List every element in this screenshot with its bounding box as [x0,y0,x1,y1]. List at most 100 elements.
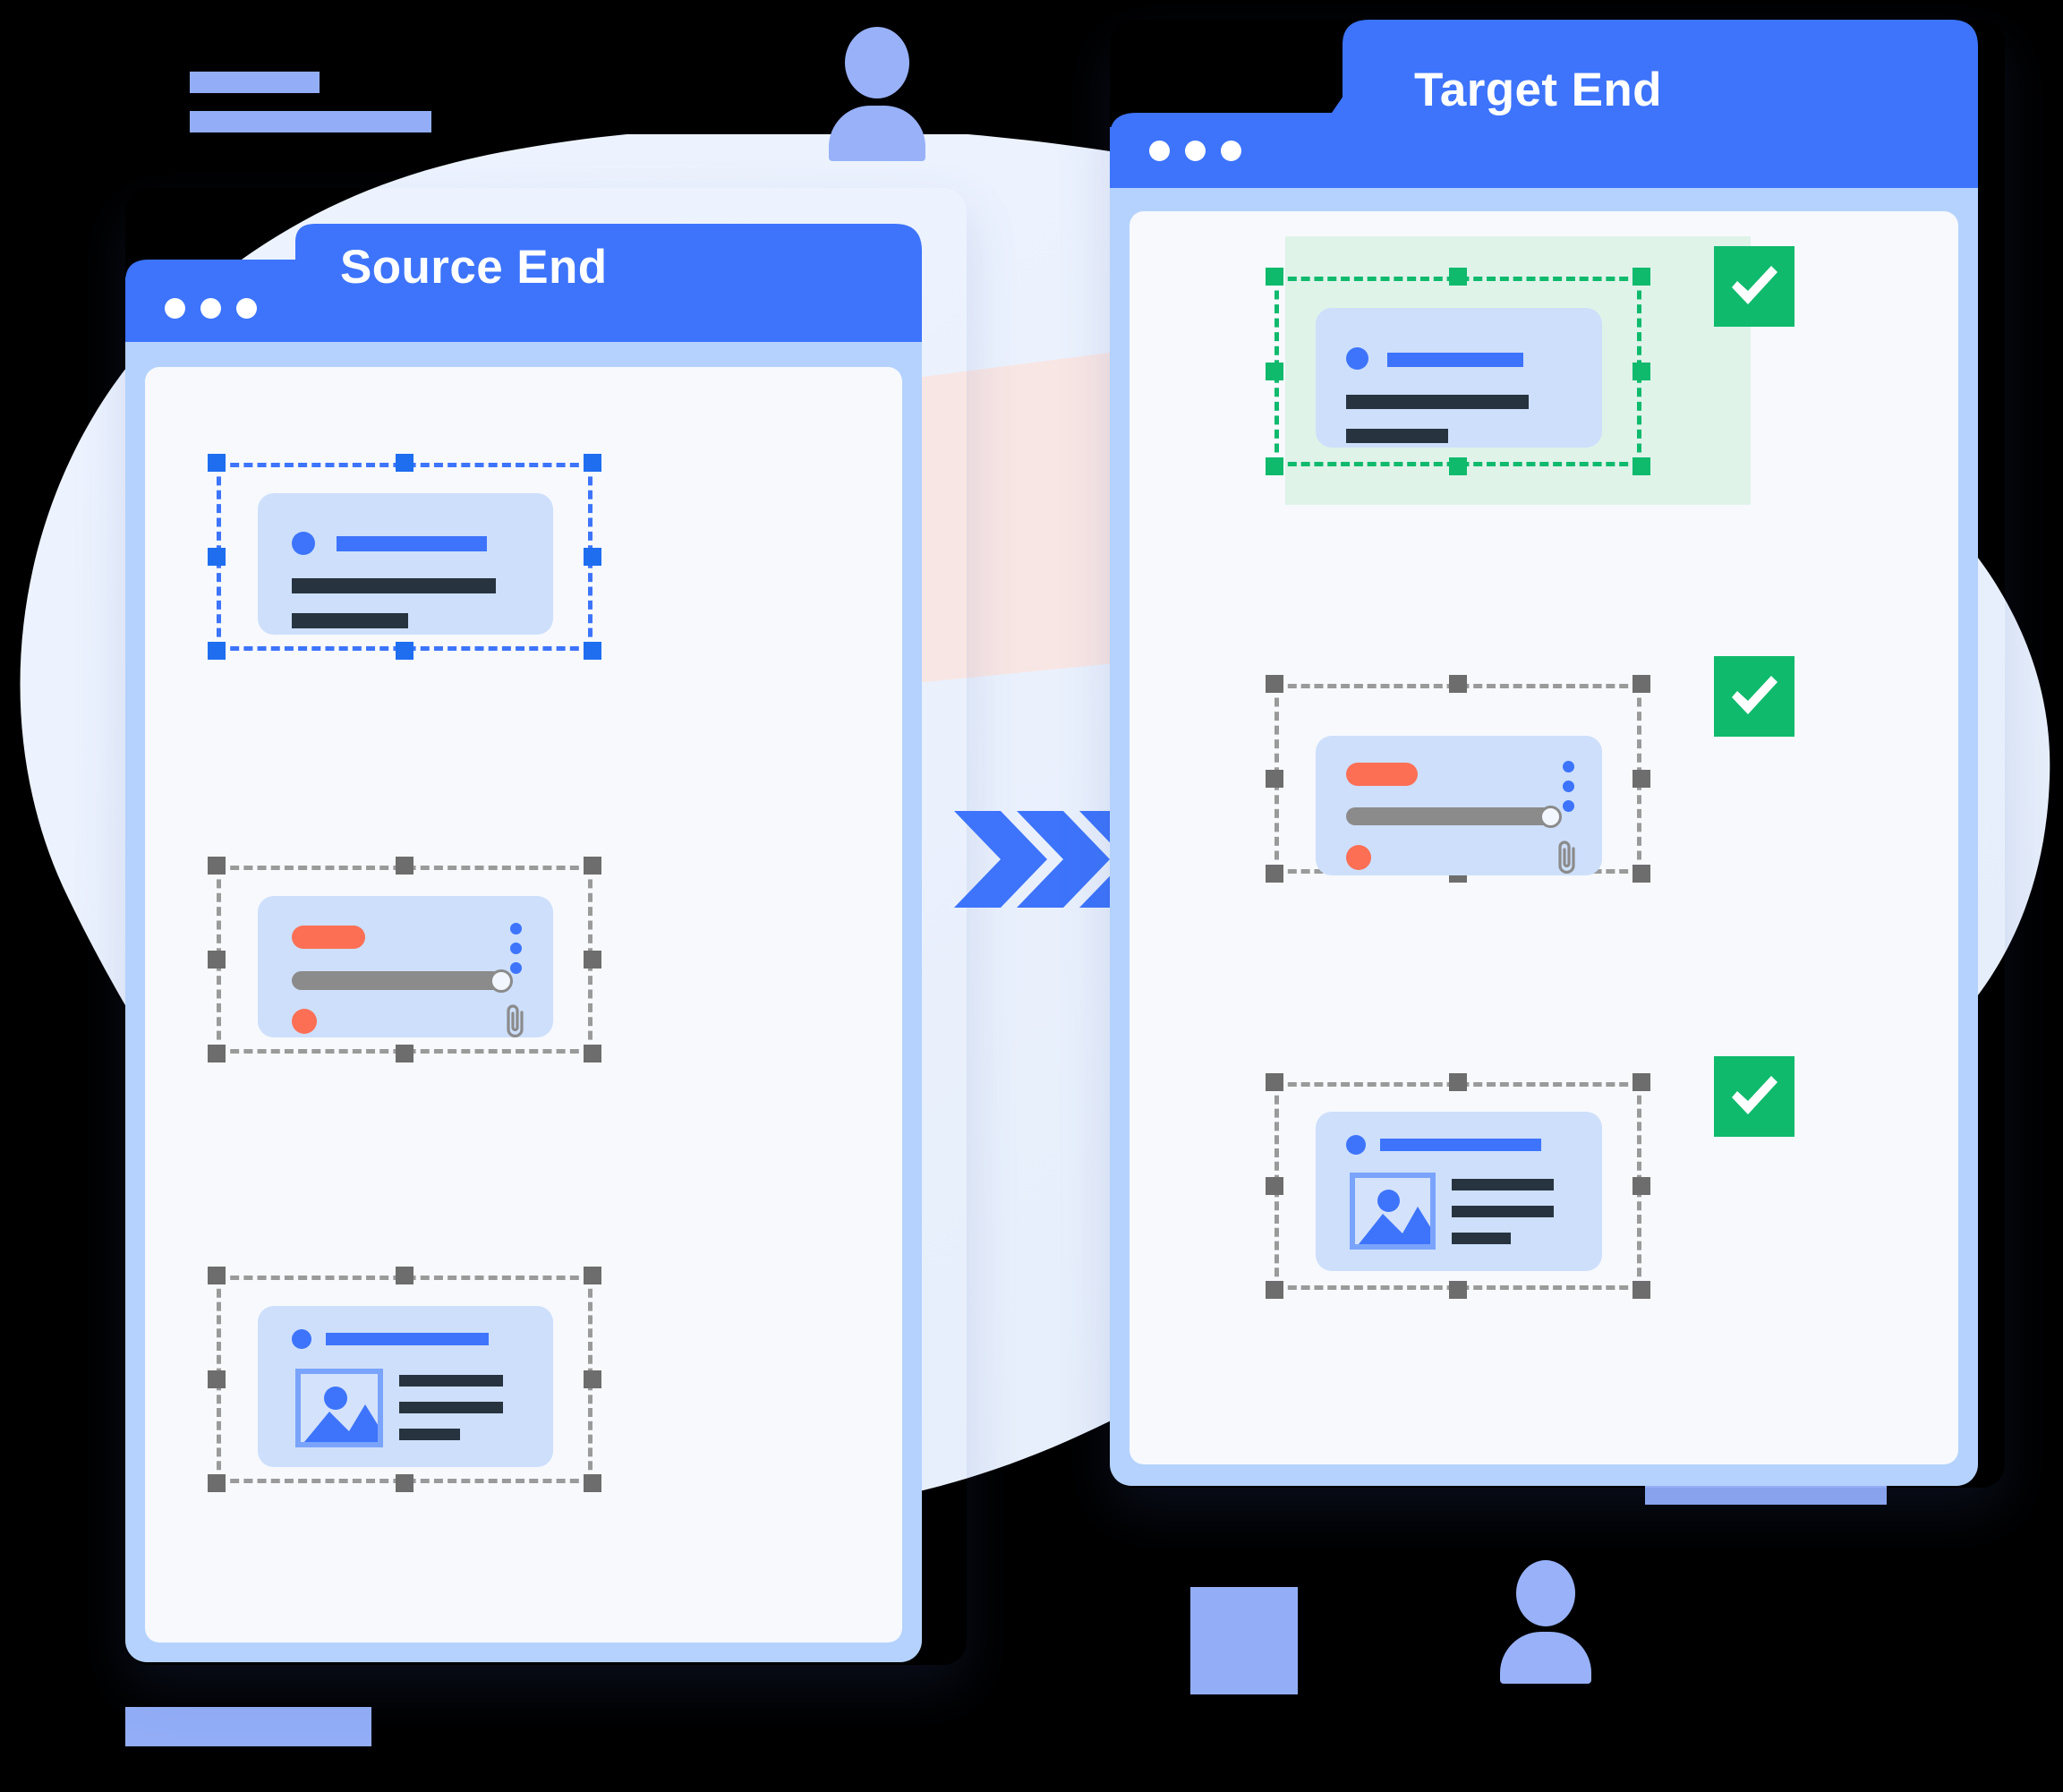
selection-handle-ne[interactable] [584,857,601,875]
selection-handle-ne[interactable] [584,454,601,472]
selection-handle-n[interactable] [1449,675,1467,693]
traffic-light-dot[interactable] [1149,141,1170,161]
selection-handle-w[interactable] [1266,1177,1283,1195]
source-window-title: Source End [340,241,608,294]
selection-handle-s[interactable] [1449,457,1467,475]
selection-handle-e[interactable] [584,951,601,969]
source-window[interactable]: Source End [125,188,967,1665]
target-card-2-kebab-menu-icon[interactable] [1563,761,1574,820]
selection-handle-sw[interactable] [208,1474,226,1492]
source-card-1[interactable] [258,493,553,635]
target-card-2-progress-knob[interactable] [1539,806,1562,828]
target-window[interactable]: Target End [1110,20,2005,1488]
selection-handle-se[interactable] [1632,1281,1650,1299]
source-card-2-progress-track[interactable] [292,971,503,990]
target-card-1-status-check-icon [1714,246,1794,327]
selection-handle-sw[interactable] [208,1045,226,1062]
selection-handle-w[interactable] [208,548,226,566]
source-card-3-bullet-icon [292,1329,311,1349]
target-card-2[interactable] [1316,736,1602,875]
traffic-light-dot[interactable] [236,298,257,319]
selection-handle-nw[interactable] [208,1267,226,1284]
selection-handle-se[interactable] [584,642,601,660]
selection-handle-se[interactable] [584,1045,601,1062]
selection-handle-s[interactable] [396,1045,413,1062]
selection-handle-e[interactable] [584,1370,601,1388]
selection-handle-n[interactable] [396,454,413,472]
source-card-1-title-bar [337,536,487,551]
target-card-3-text-bar-3 [1452,1233,1511,1244]
illustration-stage: Source End Target End [0,0,2063,1792]
traffic-light-dot[interactable] [1185,141,1206,161]
selection-handle-w[interactable] [208,1370,226,1388]
selection-handle-sw[interactable] [1266,457,1283,475]
selection-handle-n[interactable] [1449,268,1467,286]
source-card-3-text-bar-2 [399,1402,503,1413]
selection-handle-ne[interactable] [1632,675,1650,693]
target-card-1-bullet-icon [1346,347,1368,370]
selection-handle-e[interactable] [1632,1177,1650,1195]
traffic-light-dot[interactable] [165,298,185,319]
target-card-3-bullet-icon [1346,1135,1366,1155]
selection-handle-nw[interactable] [208,454,226,472]
selection-handle-nw[interactable] [208,857,226,875]
decor-bar-bottom-left [125,1707,371,1746]
selection-handle-n[interactable] [1449,1073,1467,1091]
source-card-1-text-bar-short [292,613,408,628]
source-card-2-status-dot [292,1009,317,1034]
selection-handle-e[interactable] [584,548,601,566]
target-card-2-status-check-icon [1714,656,1794,737]
person-icon-bottom [1496,1560,1595,1684]
selection-handle-ne[interactable] [584,1267,601,1284]
source-card-2-attachment-icon[interactable] [502,1003,531,1039]
selection-handle-w[interactable] [1266,770,1283,788]
target-card-3-text-bar-2 [1452,1206,1554,1217]
source-card-1-text-bar-long [292,578,496,593]
selection-handle-se[interactable] [1632,457,1650,475]
target-card-1[interactable] [1316,308,1602,448]
selection-handle-w[interactable] [208,951,226,969]
selection-handle-nw[interactable] [1266,1073,1283,1091]
selection-handle-sw[interactable] [1266,1281,1283,1299]
source-card-2[interactable] [258,896,553,1039]
target-card-3-status-check-icon [1714,1056,1794,1137]
source-card-3-title-bar [326,1333,489,1345]
target-card-3-text-bar-1 [1452,1179,1554,1190]
target-traffic-lights[interactable] [1149,141,1241,161]
source-card-3-image-placeholder-icon [295,1369,383,1447]
selection-handle-e[interactable] [1632,363,1650,380]
selection-handle-se[interactable] [584,1474,601,1492]
decor-bar-top-1 [190,72,320,93]
selection-handle-sw[interactable] [208,642,226,660]
selection-handle-e[interactable] [1632,770,1650,788]
selection-handle-s[interactable] [396,642,413,660]
selection-handle-nw[interactable] [1266,675,1283,693]
source-card-2-kebab-menu-icon[interactable] [510,923,522,982]
traffic-light-dot[interactable] [1221,141,1241,161]
target-card-2-tag-pill [1346,763,1418,786]
source-traffic-lights[interactable] [165,298,257,319]
source-card-2-progress-knob[interactable] [490,969,513,993]
target-card-1-text-bar-long [1346,395,1529,409]
source-card-2-tag-pill [292,926,365,949]
selection-handle-ne[interactable] [1632,268,1650,286]
selection-handle-n[interactable] [396,857,413,875]
target-card-2-progress-track[interactable] [1346,807,1552,825]
traffic-light-dot[interactable] [200,298,221,319]
selection-handle-n[interactable] [396,1267,413,1284]
selection-handle-nw[interactable] [1266,268,1283,286]
selection-handle-s[interactable] [396,1474,413,1492]
target-card-2-attachment-icon[interactable] [1554,840,1582,875]
selection-handle-s[interactable] [1449,1281,1467,1299]
target-card-1-text-bar-short [1346,429,1448,443]
target-window-title: Target End [1414,64,1662,116]
target-card-3[interactable] [1316,1112,1602,1271]
selection-handle-ne[interactable] [1632,1073,1650,1091]
person-icon-top [823,27,931,161]
source-card-3[interactable] [258,1306,553,1467]
selection-handle-sw[interactable] [1266,865,1283,883]
selection-handle-se[interactable] [1632,865,1650,883]
target-card-3-image-placeholder-icon [1350,1173,1436,1250]
selection-handle-w[interactable] [1266,363,1283,380]
target-card-3-title-bar [1380,1139,1541,1151]
